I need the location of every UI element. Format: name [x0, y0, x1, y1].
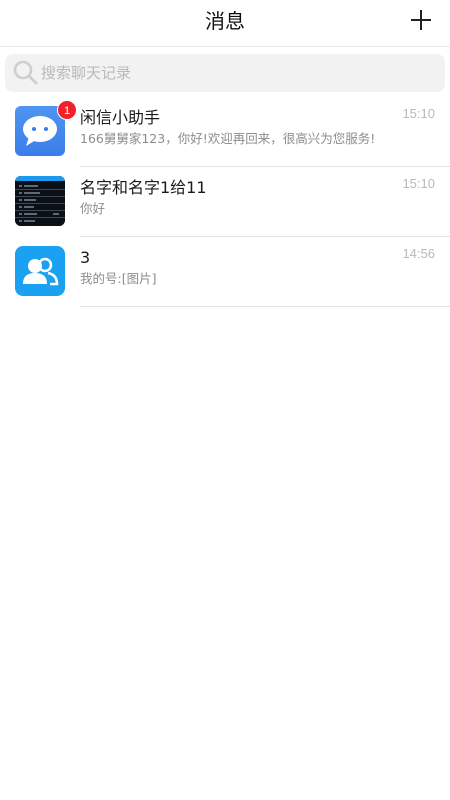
conversation-name: 3 — [80, 248, 91, 267]
screenshot-avatar — [15, 176, 65, 226]
page-title: 消息 — [205, 9, 245, 33]
conversation-preview: 你好 — [80, 201, 106, 216]
top-bar: 消息 — [0, 0, 450, 47]
search-icon — [13, 60, 38, 85]
conversation-name: 闲信小助手 — [80, 108, 161, 127]
search-bar[interactable] — [5, 54, 445, 92]
conversation-time: 15:10 — [402, 106, 435, 121]
group-users-icon — [23, 257, 59, 286]
add-button[interactable] — [410, 9, 432, 31]
conversation-preview: 166舅舅家123，你好!欢迎再回来，很高兴为您服务! — [80, 131, 376, 146]
search-input[interactable] — [39, 54, 433, 92]
conversation-list: 1 闲信小助手 166舅舅家123，你好!欢迎再回来，很高兴为您服务! 15:1… — [0, 97, 450, 307]
screenshot-thumbnail-icon — [15, 176, 65, 226]
group-avatar — [15, 246, 65, 296]
conversation-item[interactable]: 1 闲信小助手 166舅舅家123，你好!欢迎再回来，很高兴为您服务! 15:1… — [0, 97, 450, 167]
divider — [80, 306, 450, 307]
conversation-name: 名字和名字1给11 — [80, 178, 207, 197]
messages-screen: 消息 1 闲信小助手 166舅舅家123，你好!欢迎再回来，很高兴为您 — [0, 0, 450, 800]
conversation-time: 14:56 — [402, 246, 435, 261]
conversation-preview: 我的号:[图片] — [80, 271, 157, 286]
unread-badge: 1 — [57, 100, 77, 120]
conversation-time: 15:10 — [402, 176, 435, 191]
conversation-item[interactable]: 3 我的号:[图片] 14:56 — [0, 237, 450, 307]
conversation-item[interactable]: 名字和名字1给11 你好 15:10 — [0, 167, 450, 237]
